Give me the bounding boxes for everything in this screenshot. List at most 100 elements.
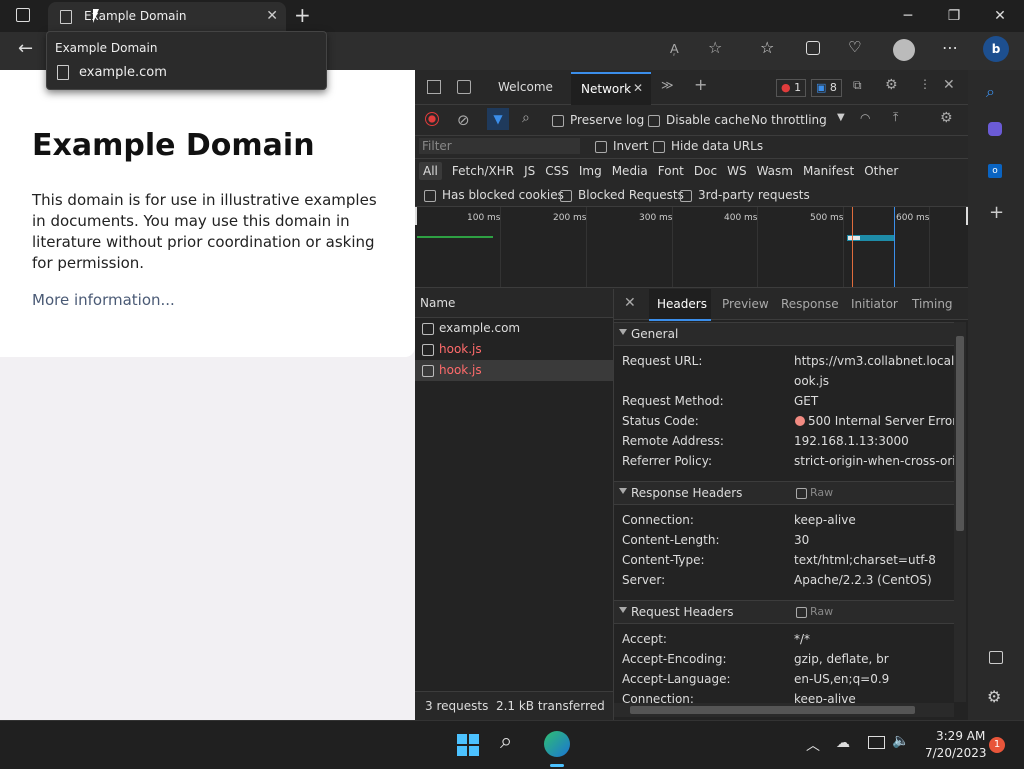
type-filter-all[interactable]: All (419, 162, 442, 180)
tab-welcome[interactable]: Welcome (498, 80, 553, 94)
devtools-tabbar: Welcome Network ✕ ≫ + ● 1 ▣ 8 ⧉ ⚙ ⋮ ✕ (415, 70, 968, 106)
copilot-icon[interactable] (988, 122, 1002, 136)
vertical-scrollbar[interactable] (954, 322, 966, 702)
profile-avatar[interactable] (893, 39, 915, 61)
type-filter-img[interactable]: Img (579, 164, 602, 178)
volume-icon[interactable]: 🔈 (892, 733, 909, 749)
more-menu-icon[interactable]: ⋯ (942, 38, 958, 57)
message-badge[interactable]: ▣ 8 (811, 79, 842, 97)
header-value: keep-alive (794, 692, 856, 703)
bing-chat-icon[interactable]: b (983, 36, 1009, 62)
request-headers-section-header[interactable]: Request Headers Raw (614, 600, 954, 624)
network-settings-icon[interactable]: ⚙ (940, 110, 953, 126)
type-filter-other[interactable]: Other (864, 164, 898, 178)
add-tab-icon[interactable]: + (694, 75, 707, 94)
request-row[interactable]: example.com (415, 318, 613, 339)
tab-initiator[interactable]: Initiator (851, 297, 898, 311)
scroll-thumb[interactable] (630, 706, 915, 714)
type-filter-doc[interactable]: Doc (694, 164, 717, 178)
back-button[interactable]: ← (18, 38, 33, 59)
notification-badge[interactable]: 1 (989, 737, 1005, 753)
request-row-selected[interactable]: hook.js (415, 360, 613, 381)
type-filter-fetch-xhr[interactable]: Fetch/XHR (452, 164, 514, 178)
raw-checkbox[interactable]: Raw (796, 486, 833, 499)
type-filter-font[interactable]: Font (658, 164, 684, 178)
horizontal-scrollbar[interactable] (614, 703, 954, 717)
chevron-up-icon[interactable]: ︿ (806, 735, 820, 755)
new-tab-button[interactable]: + (294, 3, 311, 27)
tab-headers[interactable]: Headers (649, 289, 711, 321)
scroll-thumb[interactable] (956, 336, 964, 531)
message-count: 8 (829, 81, 837, 94)
favorites-icon[interactable]: ☆ (760, 38, 774, 57)
filter-icon[interactable]: ▼ (487, 108, 509, 130)
more-options-icon[interactable]: ⋮ (919, 77, 931, 91)
tab-actions-icon[interactable] (16, 8, 30, 22)
search-icon[interactable]: ⌕ (522, 110, 530, 126)
type-filter-manifest[interactable]: Manifest (803, 164, 854, 178)
clock-date[interactable]: 7/20/2023 (925, 746, 987, 760)
hide-data-urls-checkbox[interactable]: Hide data URLs (653, 139, 763, 153)
clear-icon[interactable]: ⊘ (457, 111, 470, 129)
network-icon[interactable] (868, 736, 885, 749)
tab-timing[interactable]: Timing (912, 297, 953, 311)
windows-start-icon[interactable] (457, 734, 479, 756)
header-key: Accept: (622, 632, 667, 646)
filter-input[interactable]: Filter (419, 138, 580, 154)
invert-checkbox[interactable]: Invert (595, 139, 648, 153)
inspect-icon[interactable] (427, 80, 441, 94)
response-headers-section-header[interactable]: Response Headers Raw (614, 481, 954, 505)
tab-response[interactable]: Response (781, 297, 839, 311)
close-window-button[interactable]: ✕ (980, 4, 1020, 28)
import-har-icon[interactable]: ⤒ (893, 110, 898, 125)
type-filter-js[interactable]: JS (524, 164, 535, 178)
type-filter-css[interactable]: CSS (545, 164, 569, 178)
preserve-log-checkbox[interactable]: Preserve log (552, 113, 644, 127)
tab-preview[interactable]: Preview (722, 297, 769, 311)
disable-cache-checkbox[interactable]: Disable cache (648, 113, 750, 127)
close-tab-icon[interactable]: ✕ (633, 81, 643, 95)
type-filter-wasm[interactable]: Wasm (757, 164, 793, 178)
close-detail-icon[interactable]: ✕ (624, 295, 636, 311)
third-party-requests-checkbox[interactable]: 3rd-party requests (680, 188, 810, 202)
more-information-link[interactable]: More information... (32, 291, 175, 309)
read-aloud-icon[interactable]: A᷊ (670, 41, 679, 57)
favorite-star-icon[interactable]: ☆ (708, 38, 722, 57)
outlook-icon[interactable]: o (988, 164, 1002, 178)
share-icon[interactable]: ⧉ (853, 78, 862, 93)
search-icon[interactable]: ⌕ (986, 82, 995, 102)
settings-icon[interactable]: ⚙ (885, 77, 898, 93)
more-tabs-icon[interactable]: ≫ (661, 78, 674, 92)
sidebar-settings-icon[interactable]: ⚙ (987, 687, 1001, 706)
restore-button[interactable]: ❐ (934, 4, 974, 28)
error-badge[interactable]: ● 1 (776, 79, 807, 97)
general-section-header[interactable]: General (614, 322, 954, 346)
search-icon[interactable]: ⌕ (500, 729, 512, 754)
type-filter-ws[interactable]: WS (727, 164, 746, 178)
request-row[interactable]: hook.js (415, 339, 613, 360)
blocked-requests-checkbox[interactable]: Blocked Requests (560, 188, 684, 202)
collections-icon[interactable] (806, 41, 820, 55)
tab-network[interactable]: Network ✕ (571, 72, 651, 106)
browser-tab[interactable]: Example Domain ✕ (48, 2, 286, 32)
close-devtools-icon[interactable]: ✕ (943, 77, 955, 93)
add-sidebar-app-icon[interactable]: + (989, 202, 1004, 223)
device-emulation-icon[interactable] (457, 80, 471, 94)
address-field[interactable] (330, 36, 750, 66)
chevron-down-icon[interactable]: ▼ (837, 112, 845, 123)
hide-sidebar-icon[interactable] (989, 651, 1003, 664)
type-filter-media[interactable]: Media (612, 164, 648, 178)
overview-handle[interactable] (415, 207, 417, 225)
minimize-button[interactable]: ─ (888, 4, 928, 28)
raw-checkbox[interactable]: Raw (796, 605, 833, 618)
cloud-offline-icon[interactable]: ☁ (836, 735, 850, 751)
name-column-header[interactable]: Name (415, 289, 613, 318)
network-conditions-icon[interactable]: ◠ (860, 111, 870, 125)
record-stop-icon[interactable] (425, 112, 439, 126)
has-blocked-cookies-checkbox[interactable]: Has blocked cookies (424, 188, 564, 202)
close-tab-icon[interactable]: ✕ (266, 8, 278, 24)
performance-icon[interactable]: ♡ (848, 38, 861, 56)
clock-time[interactable]: 3:29 AM (936, 729, 985, 743)
throttling-select[interactable]: No throttling (751, 113, 827, 127)
edge-taskbar-icon[interactable] (544, 731, 570, 757)
